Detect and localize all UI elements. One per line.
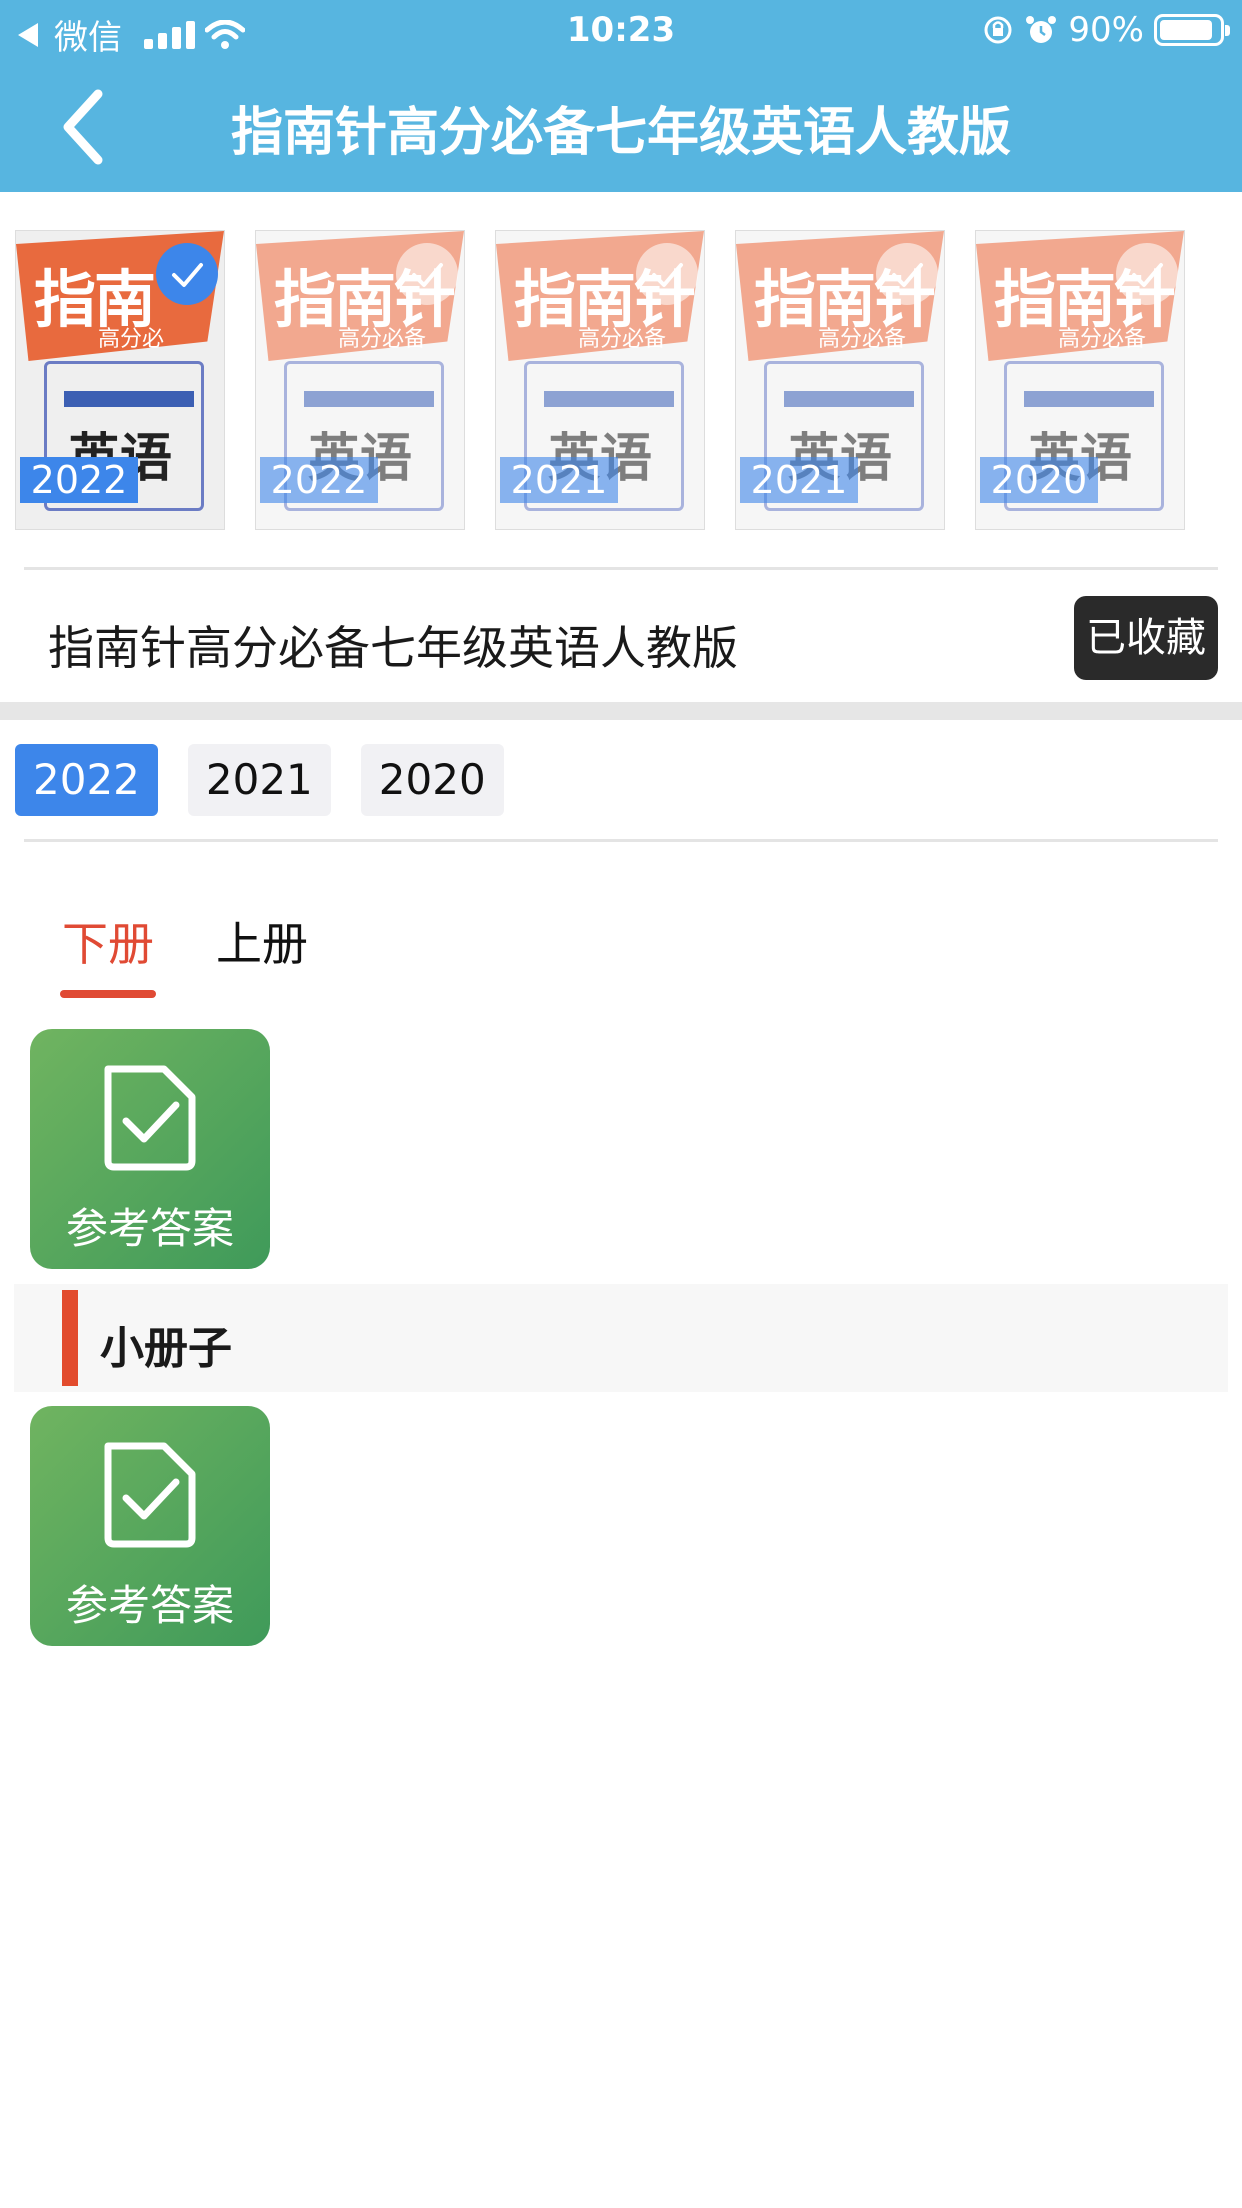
rotation-lock-icon [984, 16, 1012, 44]
alarm-icon [1026, 16, 1057, 43]
divider [24, 567, 1218, 570]
year-chip-2020[interactable]: 2020 [360, 744, 504, 816]
cover-thumbnail[interactable]: 指南高分必英语2022 [15, 230, 225, 530]
check-icon[interactable] [1116, 243, 1178, 305]
nav-bar: 指南针高分必备七年级英语人教版 [0, 62, 1242, 192]
battery-icon [1154, 14, 1230, 46]
top-bar: 微信 10:23 90% 指南针高分必备七年级英语人教版 [0, 0, 1242, 192]
cover-year-badge: 2022 [20, 457, 138, 503]
year-chip-2021[interactable]: 2021 [187, 744, 331, 816]
cover-thumbnail[interactable]: 指南针高分必备英语2021 [735, 230, 945, 530]
check-icon[interactable] [156, 243, 218, 305]
cover-thumbnail[interactable]: 指南针高分必备英语2022 [255, 230, 465, 530]
cover-year-badge: 2021 [740, 457, 858, 503]
tab-volume-1[interactable]: 下册 [60, 908, 156, 998]
cover-thumbnail[interactable]: 指南针高分必备英语2020 [975, 230, 1185, 530]
cover-year-badge: 2020 [980, 457, 1098, 503]
cover-band [64, 391, 194, 407]
document-check-icon [104, 1065, 196, 1171]
check-icon[interactable] [636, 243, 698, 305]
divider [24, 839, 1218, 842]
document-check-icon [104, 1442, 196, 1548]
tab-active-indicator [60, 990, 156, 998]
booklet-answer-tile[interactable]: 参考答案 [30, 1406, 270, 1646]
cover-subbrand: 高分必 [98, 327, 165, 352]
section-separator [0, 702, 1242, 720]
cover-year-badge: 2021 [500, 457, 618, 503]
back-arrow-icon[interactable] [46, 82, 126, 172]
favorite-button[interactable]: 已收藏 [1074, 596, 1218, 680]
cover-carousel: 指南高分必英语2022指南针高分必备英语2022指南针高分必备英语2021指南针… [15, 230, 1185, 530]
status-right: 90% [982, 10, 1230, 50]
page-title: 指南针高分必备七年级英语人教版 [230, 103, 1011, 163]
check-icon[interactable] [396, 243, 458, 305]
battery-fill [1160, 20, 1213, 40]
status-bar: 微信 10:23 90% [0, 0, 1242, 62]
volume-tabs: 下册 上册 [60, 908, 308, 998]
tab-label: 上册 [216, 917, 308, 971]
cover-thumbnail[interactable]: 指南针高分必备英语2021 [495, 230, 705, 530]
battery-percent: 90% [1068, 10, 1144, 50]
answer-tile-label: 参考答案 [65, 1204, 234, 1253]
section-title: 小册子 [100, 1323, 232, 1374]
answer-tile[interactable]: 参考答案 [30, 1029, 270, 1269]
tab-label: 下册 [62, 917, 154, 971]
year-chip-2022[interactable]: 2022 [15, 744, 158, 816]
answer-tile-label: 参考答案 [65, 1581, 234, 1630]
check-icon[interactable] [876, 243, 938, 305]
book-title: 指南针高分必备七年级英语人教版 [48, 621, 738, 675]
section-header: 小册子 [14, 1284, 1228, 1392]
section-accent [62, 1290, 78, 1386]
tab-volume-2[interactable]: 上册 [216, 908, 308, 974]
cover-year-badge: 2022 [260, 457, 378, 503]
year-selector: 2022 2021 2020 [15, 744, 504, 816]
